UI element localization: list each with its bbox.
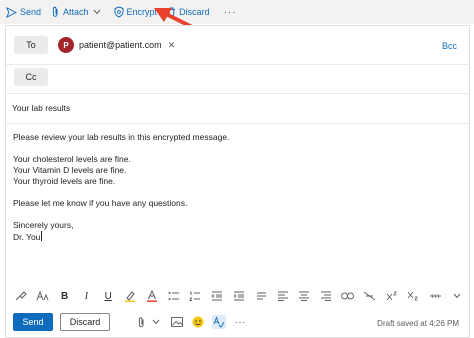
attach-command-label: Attach <box>63 7 89 17</box>
subscript-icon[interactable] <box>406 289 420 303</box>
divider <box>6 123 469 124</box>
more-options-button[interactable]: ··· <box>224 7 237 18</box>
bullet-list-icon[interactable] <box>167 289 181 303</box>
increase-indent-icon[interactable] <box>232 289 246 303</box>
to-row: To P patient@patient.com ✕ Bcc <box>6 26 469 64</box>
align-right-icon[interactable] <box>319 289 333 303</box>
link-icon[interactable] <box>341 289 355 303</box>
italic-icon[interactable]: I <box>79 289 93 303</box>
shield-icon <box>114 6 124 18</box>
attach-command[interactable]: Attach <box>51 6 104 18</box>
quote-icon[interactable] <box>254 289 268 303</box>
superscript-icon[interactable] <box>385 289 399 303</box>
remove-recipient-icon[interactable]: ✕ <box>168 40 176 51</box>
remove-link-icon[interactable] <box>363 289 377 303</box>
bold-icon[interactable]: B <box>58 289 72 303</box>
text-cursor <box>41 231 43 241</box>
send-command-label: Send <box>20 7 42 17</box>
font-size-icon[interactable] <box>36 289 50 303</box>
send-icon <box>6 6 17 18</box>
body-line: Your cholesterol levels are fine. <box>13 154 131 164</box>
action-icons: ··· <box>134 315 254 329</box>
compose-pane: To P patient@patient.com ✕ Bcc Cc Your l… <box>5 25 470 338</box>
divider <box>6 93 469 94</box>
body-line: Please let me know if you have any quest… <box>13 198 188 208</box>
chevron-down-icon[interactable] <box>149 315 163 329</box>
action-bar: Send Discard ··· Draft saved at 4:26 PM <box>6 311 469 337</box>
discard-button[interactable]: Discard <box>60 313 110 331</box>
body-line: Your Vitamin D levels are fine. <box>13 165 127 175</box>
bcc-button[interactable]: Bcc <box>442 41 457 51</box>
spelling-check-icon[interactable] <box>212 315 226 329</box>
format-painter-icon[interactable] <box>14 289 28 303</box>
more-options-button[interactable]: ··· <box>233 315 247 329</box>
send-command[interactable]: Send <box>6 6 42 18</box>
command-toolbar: Send Attach Encrypt Discard ··· <box>0 0 474 24</box>
signature-line: Dr. You <box>13 231 229 243</box>
align-center-icon[interactable] <box>297 289 311 303</box>
underline-icon[interactable]: U <box>101 289 115 303</box>
message-body[interactable]: Please review your lab results in this e… <box>13 132 229 243</box>
send-button[interactable]: Send <box>13 313 53 331</box>
cc-row: Cc <box>6 65 469 93</box>
paperclip-icon[interactable] <box>134 315 148 329</box>
align-left-icon[interactable] <box>276 289 290 303</box>
decrease-indent-icon[interactable] <box>210 289 224 303</box>
body-line: Please review your lab results in this e… <box>13 132 230 142</box>
signature-text: Dr. You <box>13 232 41 242</box>
emoji-icon[interactable] <box>191 315 205 329</box>
avatar: P <box>58 37 74 53</box>
formatting-toolbar: B I U <box>14 288 464 304</box>
numbered-list-icon[interactable] <box>188 289 202 303</box>
to-button[interactable]: To <box>14 36 48 54</box>
recipient-chip[interactable]: P patient@patient.com ✕ <box>58 37 175 53</box>
paperclip-icon <box>52 6 58 17</box>
draft-saved-status: Draft saved at 4:26 PM <box>377 319 459 328</box>
body-line: Your thyroid levels are fine. <box>13 176 116 186</box>
subject-field[interactable]: Your lab results <box>12 103 70 113</box>
recipient-email: patient@patient.com <box>79 40 162 50</box>
cc-button[interactable]: Cc <box>14 68 48 86</box>
chevron-down-icon[interactable] <box>93 9 101 15</box>
highlight-icon[interactable] <box>123 289 137 303</box>
image-icon[interactable] <box>170 315 184 329</box>
font-color-icon[interactable] <box>145 289 159 303</box>
body-line: Sincerely yours, <box>13 220 74 230</box>
strikethrough-icon[interactable] <box>428 289 442 303</box>
more-formatting-icon[interactable] <box>450 289 464 303</box>
